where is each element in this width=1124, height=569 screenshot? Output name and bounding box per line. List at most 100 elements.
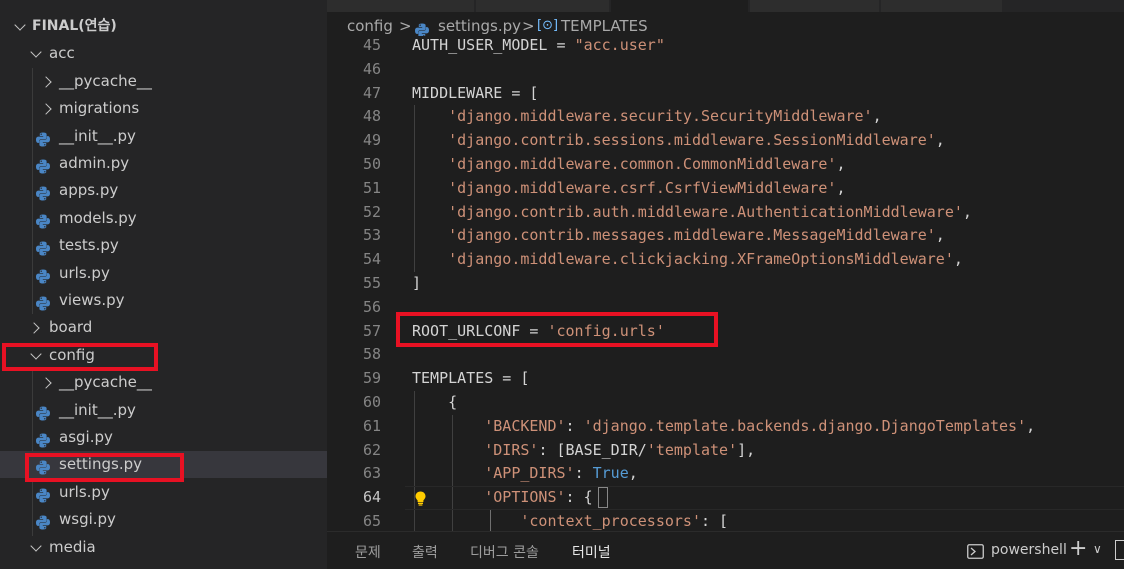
tree-item-label: urls.py [59,263,110,282]
tree-file-item[interactable]: __init__.py [0,397,327,424]
tree-folder-item[interactable]: board [0,314,327,341]
python-file-icon [36,238,50,256]
code-line[interactable]: 46 [327,58,1124,82]
tree-item-label: asgi.py [59,428,113,446]
code-line[interactable]: 55] [327,272,1124,296]
code-text: { [412,393,458,411]
editor-tab[interactable] [327,0,475,12]
line-number: 63 [362,464,381,483]
explorer-root-folder[interactable]: FINAL(연습) [0,13,327,40]
tree-file-item[interactable]: admin.py [0,150,327,177]
line-number: 64 [362,488,381,507]
explorer-root-label: FINAL(연습) [32,18,117,34]
editor-tab[interactable] [476,0,610,12]
python-file-icon [36,266,50,284]
code-text: MIDDLEWARE = [ [412,83,539,102]
code-line[interactable]: 52 'django.contrib.auth.middleware.Authe… [327,201,1124,225]
editor-tab[interactable] [881,0,1003,12]
python-file-icon [36,156,50,174]
code-line[interactable]: 50 'django.middleware.common.CommonMiddl… [327,153,1124,177]
line-number: 62 [362,440,381,459]
tree-file-item[interactable]: tests.py [0,232,327,259]
explorer-sidebar: FINAL(연습) acc __pycache__ migrations __init_… [0,0,327,569]
code-text: 'django.contrib.sessions.middleware.Sess… [448,131,945,150]
tab-debug-console[interactable]: 디버그 콘솔 [470,542,539,562]
line-number: 51 [362,178,381,197]
tree-folder-item[interactable]: migrations [0,95,327,122]
tab-terminal[interactable]: 터미널 [572,542,611,562]
add-terminal-button[interactable]: + [1069,536,1087,561]
bottom-panel: 문제 출력 디버그 콘솔 터미널 powershell + ∨ [327,531,1124,569]
line-number: 58 [362,345,381,364]
tab-output[interactable]: 출력 [412,542,438,562]
code-line[interactable]: 63 'APP_DIRS': True, [327,462,1124,486]
tree-folder-item[interactable]: acc [0,40,327,67]
line-number: 50 [362,155,381,173]
code-line[interactable]: 47 MIDDLEWARE = [ [327,82,1124,106]
tree-file-item[interactable]: __init__.py [0,123,327,150]
tree-file-item[interactable]: urls.py [0,260,327,287]
code-text: 'DIRS': [BASE_DIR/'template'], [484,440,756,459]
tree-item-label: __init__.py [59,400,136,419]
line-number: 53 [362,226,381,245]
split-panel-icon[interactable] [1115,540,1124,560]
terminal-name[interactable]: powershell [991,542,1067,558]
code-text: 'BACKEND': 'django.template.backends.dja… [484,416,1036,435]
code-text: ] [412,274,422,292]
highlight-box-settings [25,453,184,482]
python-file-icon [36,430,50,448]
tree-file-item[interactable]: views.py [0,287,327,314]
code-line[interactable]: 62 'DIRS': [BASE_DIR/'template'], [327,439,1124,463]
tree-item-label: tests.py [59,236,119,255]
terminal-dropdown-button[interactable]: ∨ [1093,542,1102,556]
chevron-right-icon [40,68,56,95]
tree-folder-item[interactable]: __pycache__ [0,369,327,396]
code-line[interactable]: 59 TEMPLATES = [ [327,367,1124,391]
code-line[interactable]: 45 AUTH_USER_MODEL = "acc.user" [327,36,1124,58]
lightbulb-icon[interactable] [415,490,426,506]
line-number: 49 [362,131,381,150]
tree-file-item[interactable]: asgi.py [0,424,327,451]
editor-tab-active[interactable] [611,0,749,12]
chevron-down-icon [28,534,44,561]
tree-file-item[interactable]: models.py [0,205,327,232]
code-text: 'APP_DIRS': True, [484,464,638,483]
code-editor[interactable]: 45 AUTH_USER_MODEL = "acc.user" 46 47 MIDDLE… [327,36,1124,531]
code-line[interactable]: 61 'BACKEND': 'django.template.backends.… [327,415,1124,439]
code-text: 'django.middleware.clickjacking.XFrameOp… [448,250,963,269]
line-number: 45 [362,36,381,54]
tab-problems[interactable]: 문제 [355,542,381,562]
code-line[interactable]: 60 { [327,391,1124,415]
python-file-icon [36,183,50,201]
tree-folder-item[interactable]: __pycache__ [0,68,327,95]
line-number: 60 [362,393,381,411]
code-text: 'context_processors': [ [520,512,729,530]
tree-item-label: admin.py [59,154,130,172]
tree-file-item[interactable]: apps.py [0,177,327,204]
code-line[interactable]: 64 'OPTIONS': { [327,486,1124,510]
line-number: 61 [362,416,381,435]
code-line[interactable]: 51 'django.middleware.csrf.CsrfViewMiddl… [327,177,1124,201]
code-text: 'django.middleware.csrf.CsrfViewMiddlewa… [448,178,846,197]
code-line[interactable]: 48 'django.middleware.security.SecurityM… [327,105,1124,129]
line-number: 57 [362,321,381,340]
code-line[interactable]: 54 'django.middleware.clickjacking.XFram… [327,248,1124,272]
line-number: 65 [362,512,381,530]
line-number: 47 [362,83,381,102]
line-number: 52 [362,202,381,221]
tree-item-label: views.py [59,291,125,309]
editor-tab[interactable] [750,0,880,12]
line-number: 48 [362,107,381,126]
tree-file-item[interactable]: wsgi.py [0,506,327,533]
code-line[interactable]: 65 'context_processors': [ [327,510,1124,531]
tree-file-item[interactable]: urls.py [0,479,327,506]
code-line[interactable]: 53 'django.contrib.messages.middleware.M… [327,224,1124,248]
tree-item-label: migrations [59,99,140,118]
chevron-down-icon [12,13,28,40]
tree-folder-item[interactable]: media [0,534,327,561]
code-line[interactable]: 49 'django.contrib.sessions.middleware.S… [327,129,1124,153]
python-file-icon [36,293,50,311]
highlight-box-root-urlconf [396,312,718,347]
tree-item-label: media [49,537,96,556]
code-text: AUTH_USER_MODEL = "acc.user" [412,36,665,54]
